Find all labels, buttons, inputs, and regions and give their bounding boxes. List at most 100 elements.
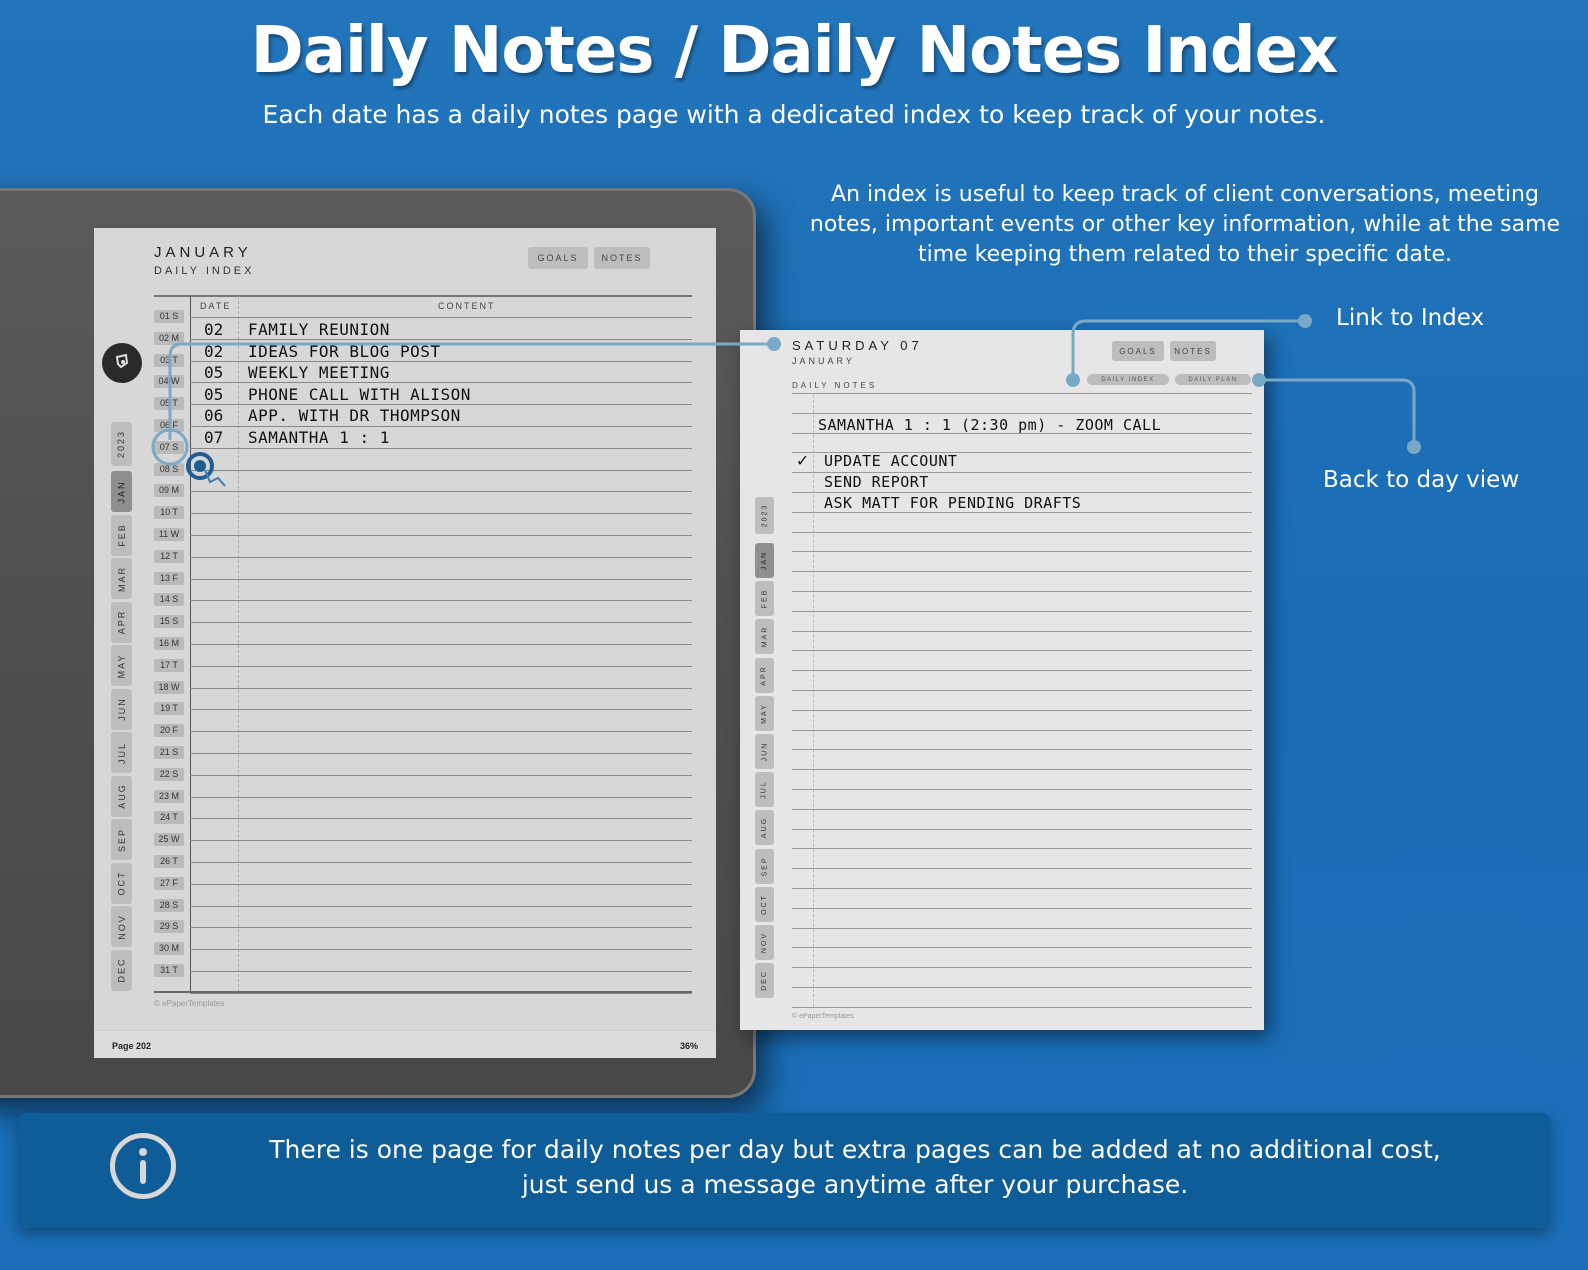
daily-index-button[interactable]: DAILY INDEX bbox=[1087, 374, 1169, 385]
day-link[interactable]: 26 T bbox=[154, 855, 184, 868]
info-line: just send us a message anytime after you… bbox=[521, 1170, 1189, 1199]
description-line: time keeping them related to their speci… bbox=[917, 242, 1453, 267]
day-link[interactable]: 25 W bbox=[154, 833, 184, 847]
note-text-line[interactable]: UPDATE ACCOUNT bbox=[824, 452, 957, 470]
entry-date: 06 bbox=[204, 406, 224, 426]
index-entry-row[interactable]: 07 SAMANTHA 1 : 1 bbox=[204, 428, 684, 448]
day-link[interactable]: 18 W bbox=[154, 680, 184, 694]
day-link[interactable]: 21 S bbox=[154, 746, 184, 759]
notes-year-tab[interactable]: 2023 bbox=[755, 497, 774, 534]
day-link[interactable]: 05 T bbox=[154, 397, 184, 411]
month-tab-aug[interactable]: AUG bbox=[111, 775, 132, 817]
notes-month-tab-aug[interactable]: AUG bbox=[755, 810, 774, 846]
notes-month-tab-jun[interactable]: JUN bbox=[755, 734, 774, 769]
month-tab-nov[interactable]: NOV bbox=[111, 906, 132, 947]
day-link[interactable]: 02 M bbox=[154, 331, 184, 345]
notes-month-tab-nov[interactable]: NOV bbox=[755, 925, 774, 960]
day-link[interactable]: 28 S bbox=[154, 898, 184, 912]
month-tab-feb[interactable]: FEB bbox=[111, 514, 132, 556]
day-link[interactable]: 30 M bbox=[154, 942, 184, 956]
day-link[interactable]: 11 W bbox=[154, 528, 184, 541]
day-link[interactable]: 16 M bbox=[154, 637, 184, 650]
month-tab-dec[interactable]: DEC bbox=[111, 949, 132, 991]
day-link[interactable]: 14 S bbox=[154, 593, 184, 607]
day-link[interactable]: 24 T bbox=[154, 811, 184, 825]
notes-month-tab-feb[interactable]: FEB bbox=[755, 581, 774, 617]
month-tab-may[interactable]: MAY bbox=[111, 645, 132, 686]
day-link[interactable]: 23 M bbox=[154, 789, 184, 803]
notes-month: JANUARY bbox=[792, 356, 855, 366]
day-link[interactable]: 15 S bbox=[154, 615, 184, 629]
notes-month-tab-sep[interactable]: SEP bbox=[755, 848, 774, 884]
day-link[interactable]: 20 F bbox=[154, 724, 184, 738]
notes-button[interactable]: NOTES bbox=[594, 247, 650, 269]
notes-line bbox=[792, 610, 1252, 612]
notes-month-tab-mar[interactable]: MAR bbox=[755, 619, 774, 655]
notes-month-tab-apr[interactable]: APR bbox=[755, 657, 774, 693]
day-link[interactable]: 22 S bbox=[154, 767, 184, 781]
month-tab-mar[interactable]: MAR bbox=[111, 558, 132, 599]
day-link[interactable]: 31 T bbox=[154, 964, 184, 977]
month-label: JAN bbox=[116, 479, 127, 504]
index-entry-row[interactable]: 02 IDEAS FOR BLOG POST bbox=[204, 342, 684, 362]
index-entry-row[interactable]: 05 PHONE CALL WITH ALISON bbox=[204, 385, 684, 405]
notes-goals-button[interactable]: GOALS bbox=[1112, 341, 1164, 361]
day-link[interactable]: 13 F bbox=[154, 571, 184, 585]
index-entry-row[interactable]: 05 WEEKLY MEETING bbox=[204, 363, 684, 383]
table-row-line bbox=[190, 883, 692, 885]
index-entry-row[interactable]: 02 FAMILY REUNION bbox=[204, 320, 684, 340]
note-text-line[interactable]: SAMANTHA 1 : 1 (2:30 pm) - ZOOM CALL bbox=[818, 416, 1161, 434]
notes-line bbox=[792, 551, 1252, 553]
notes-month-tab-jul[interactable]: JUL bbox=[755, 772, 774, 808]
notes-month-tab-jan[interactable]: JAN bbox=[755, 543, 774, 578]
table-row-line bbox=[190, 731, 692, 733]
day-link[interactable]: 17 T bbox=[154, 658, 184, 672]
day-link[interactable]: 29 S bbox=[154, 920, 184, 934]
table-row-line bbox=[190, 622, 692, 624]
day-link[interactable]: 04 W bbox=[154, 375, 184, 389]
month-tab-jun[interactable]: JUN bbox=[111, 688, 132, 730]
month-tab-jul[interactable]: JUL bbox=[111, 732, 132, 773]
month-label: MAY bbox=[116, 653, 127, 678]
notes-line bbox=[792, 947, 1252, 949]
day-link[interactable]: 27 F bbox=[154, 876, 184, 890]
day-link[interactable]: 12 T bbox=[154, 549, 184, 563]
note-text-line[interactable]: ASK MATT FOR PENDING DRAFTS bbox=[824, 494, 1081, 512]
notes-month-tab-may[interactable]: MAY bbox=[755, 695, 774, 731]
table-row-line bbox=[190, 905, 692, 907]
note-text-line[interactable]: SEND REPORT bbox=[824, 473, 929, 491]
page-title: Daily Notes / Daily Notes Index bbox=[250, 14, 1339, 88]
month-tab-jan[interactable]: JAN bbox=[111, 471, 132, 512]
month-label: DEC bbox=[761, 970, 768, 992]
day-link[interactable]: 09 M bbox=[154, 484, 184, 498]
day-link[interactable]: 01 S bbox=[154, 310, 184, 323]
day-link[interactable]: 07 S bbox=[154, 440, 184, 454]
notes-month-tab-dec[interactable]: DEC bbox=[755, 963, 774, 999]
day-link[interactable]: 06 F bbox=[154, 419, 184, 432]
month-tab-apr[interactable]: APR bbox=[111, 601, 132, 643]
month-label: JUL bbox=[116, 741, 127, 764]
year-tab[interactable]: 2023 bbox=[111, 422, 132, 466]
notes-month-tab-oct[interactable]: OCT bbox=[755, 886, 774, 922]
notes-line bbox=[792, 769, 1252, 771]
month-tab-sep[interactable]: SEP bbox=[111, 819, 132, 860]
index-entry-row[interactable]: 06 APP. WITH DR THOMPSON bbox=[204, 406, 684, 426]
month-label: JUN bbox=[116, 697, 127, 721]
notes-notes-button[interactable]: NOTES bbox=[1170, 341, 1216, 361]
day-link[interactable]: 10 T bbox=[154, 506, 184, 520]
daily-plan-button[interactable]: DAILY PLAN bbox=[1175, 374, 1251, 385]
month-tab-oct[interactable]: OCT bbox=[111, 862, 132, 904]
day-link[interactable]: 08 S bbox=[154, 462, 184, 476]
table-row-line bbox=[190, 469, 692, 471]
table-row-line bbox=[190, 687, 692, 689]
day-link[interactable]: 19 T bbox=[154, 702, 184, 716]
day-link[interactable]: 03 T bbox=[154, 353, 184, 367]
notes-line bbox=[792, 571, 1252, 573]
year-label: 2023 bbox=[116, 429, 127, 459]
notes-line bbox=[792, 927, 1252, 929]
table-row-line bbox=[190, 644, 692, 645]
pen-tool-button[interactable] bbox=[102, 343, 142, 383]
goals-button[interactable]: GOALS bbox=[528, 247, 588, 269]
entry-content: FAMILY REUNION bbox=[248, 320, 390, 339]
table-row-line bbox=[190, 862, 692, 863]
